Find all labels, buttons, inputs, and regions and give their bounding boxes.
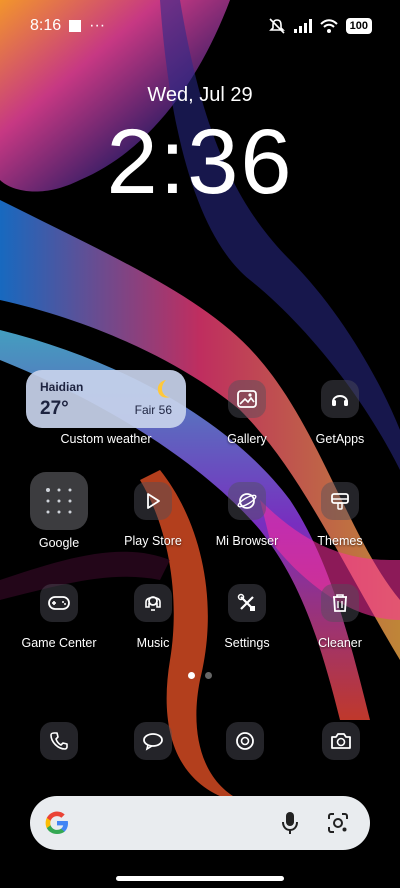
mute-icon: [268, 18, 285, 34]
notification-icon: [69, 20, 82, 32]
folder-google[interactable]: Google: [12, 472, 106, 550]
cleaner-icon: [321, 584, 359, 622]
app-gallery[interactable]: Gallery: [200, 380, 294, 446]
play-store-icon: [134, 482, 172, 520]
moon-icon: [157, 380, 170, 398]
weather-widget[interactable]: Haidian 27° Fair 56: [26, 370, 186, 428]
signal-icon: [293, 19, 312, 33]
getapps-icon: [321, 380, 359, 418]
themes-icon: [321, 482, 359, 520]
app-label: Google: [38, 536, 80, 550]
more-notifications-icon: ···: [89, 17, 106, 34]
weather-temp: 27°: [40, 398, 69, 419]
dock-phone[interactable]: [40, 722, 78, 760]
app-getapps[interactable]: GetApps: [293, 380, 387, 446]
page-dot: [205, 672, 212, 679]
google-search-bar[interactable]: [30, 796, 370, 850]
status-time: 8:16: [30, 17, 62, 34]
gamepad-icon: [40, 584, 78, 622]
app-label: Gallery: [227, 432, 267, 446]
dock-messages[interactable]: [134, 722, 172, 760]
app-play-store[interactable]: Play Store: [106, 482, 200, 548]
lock-date: Wed, Jul 29: [147, 84, 253, 106]
camera-icon: [331, 733, 351, 749]
page-dot-active: [188, 672, 195, 679]
app-label: Play Store: [124, 534, 182, 548]
page-indicator: [0, 672, 400, 679]
app-label: Settings: [224, 636, 270, 650]
chrome-icon: [236, 732, 254, 750]
phone-icon: [50, 732, 68, 750]
dock-chrome[interactable]: [226, 722, 264, 760]
dock-camera[interactable]: [322, 722, 360, 760]
app-label: Game Center: [21, 636, 97, 650]
weather-condition: Fair 56: [134, 403, 172, 417]
home-indicator[interactable]: [116, 876, 284, 881]
microphone-icon: [282, 812, 298, 834]
music-icon: [134, 584, 172, 622]
google-folder-icon: [30, 472, 88, 530]
weather-widget-label: Custom weather: [60, 432, 152, 446]
clock-time[interactable]: 2:36: [0, 112, 400, 212]
app-label: Cleaner: [318, 636, 362, 650]
app-mi-browser[interactable]: Mi Browser: [200, 482, 294, 548]
app-music[interactable]: Music: [106, 584, 200, 650]
messages-icon: [143, 733, 163, 751]
app-label: GetApps: [315, 432, 365, 446]
app-settings[interactable]: Settings: [200, 584, 294, 650]
app-cleaner[interactable]: Cleaner: [293, 584, 387, 650]
browser-icon: [228, 482, 266, 520]
google-logo-icon: [45, 811, 68, 834]
voice-search-button[interactable]: [276, 809, 304, 837]
gallery-icon: [228, 380, 266, 418]
lens-search-button[interactable]: [324, 809, 352, 837]
app-label: Themes: [317, 534, 363, 548]
app-label: Music: [136, 636, 170, 650]
app-game-center[interactable]: Game Center: [12, 584, 106, 650]
app-themes[interactable]: Themes: [293, 482, 387, 548]
wifi-icon: [319, 19, 338, 33]
lens-icon: [328, 813, 348, 833]
settings-icon: [228, 584, 266, 622]
status-bar: 8:16 ··· 100: [0, 0, 400, 52]
battery-indicator: 100: [345, 18, 372, 34]
app-label: Mi Browser: [215, 534, 279, 548]
